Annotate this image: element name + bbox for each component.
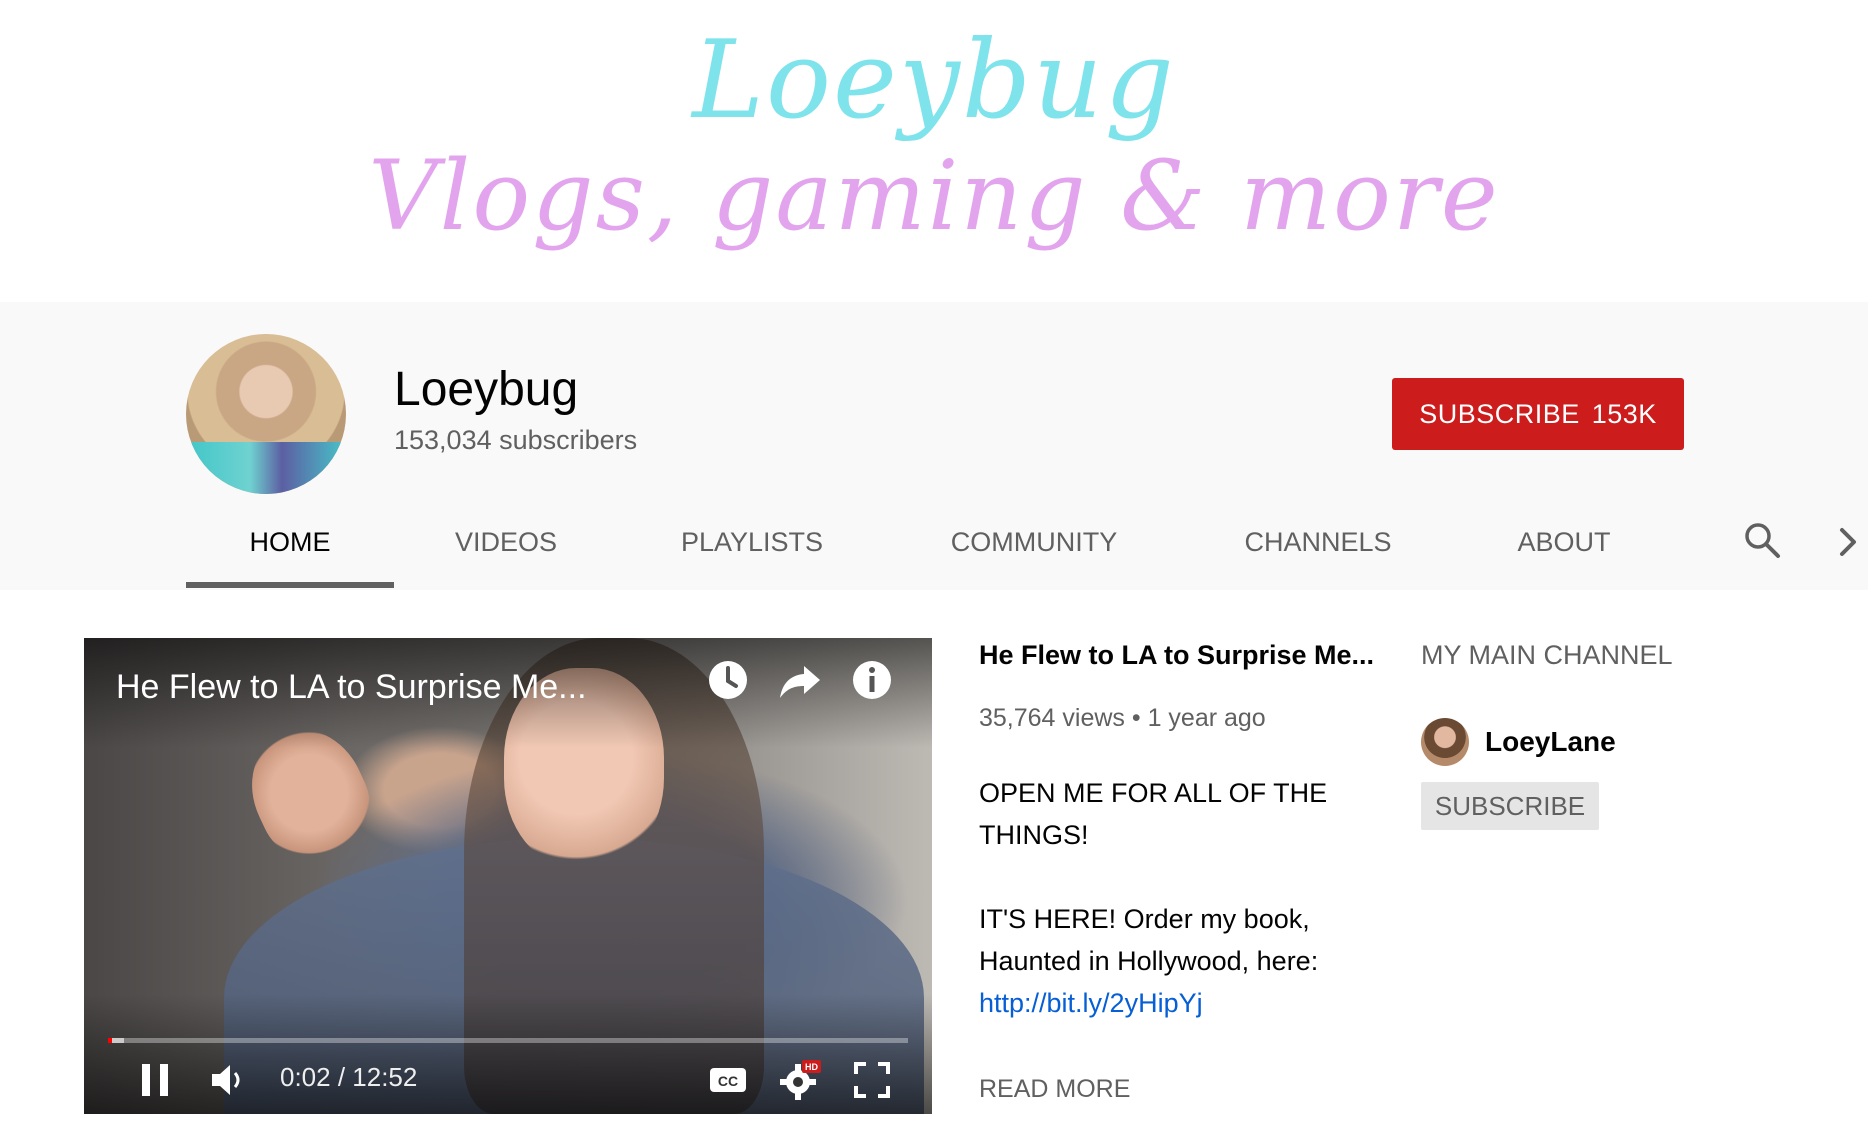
settings-gear-icon[interactable]: HD <box>778 1058 822 1102</box>
video-description: OPEN ME FOR ALL OF THE THINGS! IT'S HERE… <box>979 772 1359 1024</box>
volume-icon[interactable] <box>208 1058 252 1102</box>
time-display: 0:02 / 12:52 <box>280 1062 418 1092</box>
subscribe-button[interactable]: SUBSCRIBE 153K <box>1392 378 1684 450</box>
active-tab-indicator <box>186 582 394 588</box>
info-icon[interactable] <box>850 658 894 702</box>
tab-home[interactable]: HOME <box>186 520 394 580</box>
hd-badge: HD <box>805 1062 818 1072</box>
closed-captions-icon[interactable]: CC <box>706 1058 750 1102</box>
share-icon[interactable] <box>778 658 822 702</box>
featured-channel-avatar[interactable] <box>1421 718 1469 766</box>
channel-avatar[interactable] <box>186 334 346 494</box>
banner-title: Loeybug <box>692 18 1176 143</box>
tab-videos[interactable]: VIDEOS <box>438 520 574 580</box>
progress-bar[interactable] <box>108 1038 908 1043</box>
video-title[interactable]: He Flew to LA to Surprise Me... <box>979 640 1374 671</box>
tab-channels[interactable]: CHANNELS <box>1226 520 1410 580</box>
cc-label: CC <box>718 1073 738 1089</box>
subscribe-label: SUBSCRIBE <box>1419 398 1580 429</box>
tab-playlists[interactable]: PLAYLISTS <box>664 520 840 580</box>
subscriber-count: 153,034 subscribers <box>394 425 638 455</box>
banner-tagline: Vlogs, gaming & more <box>368 140 1500 252</box>
pause-icon[interactable] <box>134 1058 178 1102</box>
fullscreen-icon[interactable] <box>850 1058 894 1102</box>
player-video-title[interactable]: He Flew to LA to Surprise Me... <box>116 668 587 707</box>
progress-played <box>108 1038 112 1043</box>
read-more-button[interactable]: READ MORE <box>979 1075 1130 1104</box>
subscribe-count: 153K <box>1591 398 1657 429</box>
tab-community[interactable]: COMMUNITY <box>932 520 1136 580</box>
search-icon[interactable] <box>1742 520 1782 560</box>
description-link[interactable]: http://bit.ly/2yHipYj <box>979 988 1203 1018</box>
channel-banner: Loeybug Vlogs, gaming & more <box>0 0 1868 302</box>
video-player[interactable]: He Flew to LA to Surprise Me... 0:02 / 1… <box>84 638 932 1114</box>
chevron-right-icon[interactable] <box>1834 524 1862 560</box>
video-meta: 35,764 views • 1 year ago <box>979 704 1266 732</box>
watch-later-icon[interactable] <box>706 658 750 702</box>
tab-about[interactable]: ABOUT <box>1500 520 1628 580</box>
featured-subscribe-button[interactable]: SUBSCRIBE <box>1421 782 1599 830</box>
featured-channel-name[interactable]: LoeyLane <box>1485 726 1616 758</box>
channel-name: Loeybug <box>394 363 579 416</box>
featured-channel-heading: MY MAIN CHANNEL <box>1421 640 1673 670</box>
description-line: IT'S HERE! Order my book, Haunted in Hol… <box>979 904 1319 976</box>
description-line: OPEN ME FOR ALL OF THE THINGS! <box>979 778 1328 850</box>
